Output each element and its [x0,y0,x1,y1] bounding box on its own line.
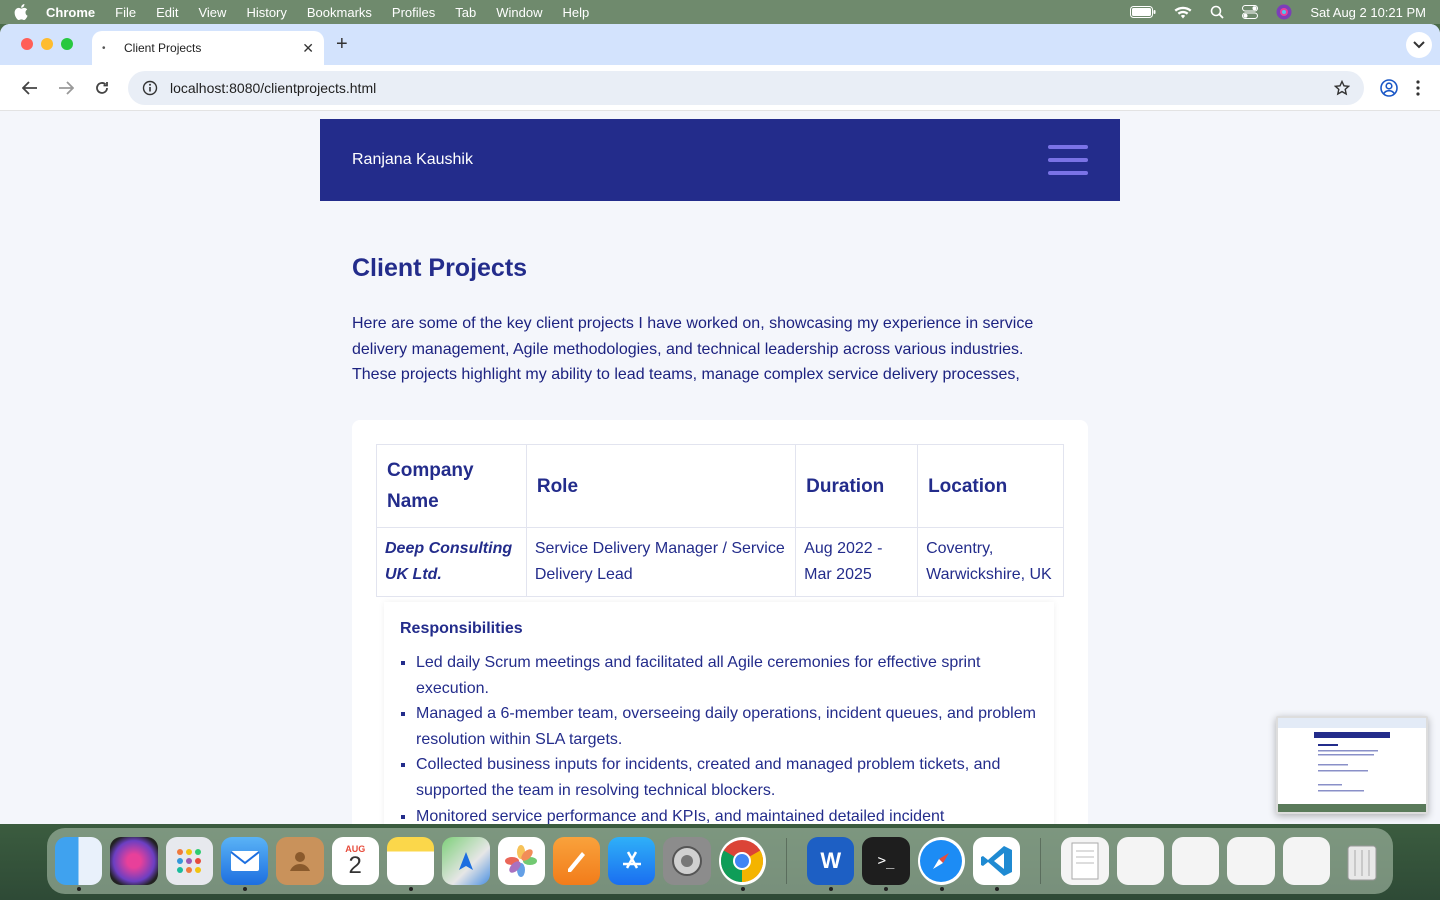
list-item: Monitored service performance and KPIs, … [416,804,1038,824]
forward-button[interactable] [48,80,84,95]
menu-edit[interactable]: Edit [156,5,178,20]
recent-file-icon[interactable] [1227,837,1275,885]
menu-tab[interactable]: Tab [455,5,476,20]
col-header-company: Company Name [376,444,527,528]
new-tab-icon[interactable]: + [336,33,348,56]
responsibilities-title: Responsibilities [400,620,523,637]
tab-favicon-icon: • [102,42,106,54]
site-info-icon[interactable] [142,80,158,96]
menu-bookmarks[interactable]: Bookmarks [307,5,372,20]
main-content: Client Projects Here are some of the key… [352,254,1088,388]
col-header-role: Role [525,444,797,528]
battery-icon[interactable] [1130,6,1156,18]
bookmark-star-icon[interactable] [1334,79,1350,96]
cell-role: Service Delivery Manager / Service Deliv… [525,527,797,597]
system-settings-icon[interactable] [663,837,711,885]
chrome-icon[interactable] [718,837,767,891]
responsibilities-panel: Responsibilities Led daily Scrum meeting… [384,602,1054,824]
hamburger-menu-icon[interactable] [1048,145,1088,175]
vscode-icon[interactable] [972,837,1021,891]
terminal-icon[interactable]: >_ [862,837,910,891]
browser-window: • Client Projects ✕ + localhost:8080/cli… [0,24,1440,824]
cell-duration: Aug 2022 - Mar 2025 [795,527,919,597]
safari-icon[interactable] [917,837,965,891]
launchpad-icon[interactable] [165,837,213,885]
address-bar[interactable]: localhost:8080/clientprojects.html [128,70,1364,105]
site-header: Ranjana Kaushik [320,119,1120,201]
more-menu-icon[interactable] [1416,79,1420,96]
dock-separator [786,838,788,884]
minimize-window-button[interactable] [41,38,53,50]
projects-card: Company Name Role Duration Location Deep… [352,420,1088,824]
table-row: Deep Consulting UK Ltd. Service Delivery… [376,527,1064,597]
apple-icon[interactable] [14,4,28,20]
back-button[interactable] [12,80,48,95]
calendar-day: 2 [348,852,362,879]
menu-history[interactable]: History [246,5,286,20]
wifi-icon[interactable] [1174,6,1192,19]
siri-app-icon[interactable] [110,837,158,885]
screenshot-thumbnail[interactable] [1276,716,1428,814]
profile-icon[interactable] [1380,78,1398,97]
notes-icon[interactable] [386,837,435,891]
zoom-window-button[interactable] [61,38,73,50]
document-stack-icon[interactable] [1061,837,1109,885]
menu-profiles[interactable]: Profiles [392,5,435,20]
tab-title: Client Projects [124,41,202,55]
trash-icon[interactable] [1338,837,1385,885]
thumbnail-preview-icon [1278,718,1426,812]
projects-table: Company Name Role Duration Location Deep… [376,444,1064,597]
maps-icon[interactable] [442,837,490,885]
mail-icon[interactable] [220,837,269,891]
dock-separator [1040,838,1042,884]
browser-toolbar: localhost:8080/clientprojects.html [0,65,1440,111]
list-item: Collected business inputs for incidents,… [416,752,1038,803]
tab-search-button[interactable] [1406,32,1432,58]
menubar-clock[interactable]: Sat Aug 2 10:21 PM [1310,5,1426,20]
url-text[interactable]: localhost:8080/clientprojects.html [170,80,376,96]
photos-icon[interactable] [497,837,545,885]
control-center-icon[interactable] [1242,5,1259,19]
cell-company: Deep Consulting UK Ltd. [376,527,527,597]
macos-menubar: Chrome File Edit View History Bookmarks … [0,0,1440,24]
site-name[interactable]: Ranjana Kaushik [352,151,473,169]
calendar-icon[interactable]: AUG 2 [331,837,379,885]
word-icon[interactable]: W [807,837,855,891]
table-header-row: Company Name Role Duration Location [376,444,1064,528]
app-store-icon[interactable] [608,837,656,885]
arrow-right-icon [59,80,74,95]
browser-tab-active[interactable]: • Client Projects ✕ [92,31,324,65]
contacts-icon[interactable] [276,837,324,885]
menu-window[interactable]: Window [496,5,542,20]
reload-button[interactable] [84,81,120,95]
list-item: Managed a 6-member team, overseeing dail… [416,701,1038,752]
finder-icon[interactable] [55,837,103,891]
tab-close-icon[interactable]: ✕ [302,40,314,57]
spotlight-search-icon[interactable] [1210,5,1224,19]
recent-file-icon[interactable] [1171,837,1220,885]
siri-icon[interactable] [1276,4,1292,20]
col-header-duration: Duration [795,444,919,528]
tab-strip: • Client Projects ✕ + [0,24,1440,65]
window-controls [21,38,73,50]
pages-icon[interactable] [552,837,601,885]
responsibilities-list: Led daily Scrum meetings and facilitated… [400,650,1038,824]
cell-location: Coventry, Warwickshire, UK [917,527,1064,597]
dock: AUG 2 W >_ [47,828,1393,894]
intro-paragraph: Here are some of the key client projects… [352,315,1034,384]
arrow-left-icon [22,80,37,95]
menu-view[interactable]: View [198,5,226,20]
list-item: Led daily Scrum meetings and facilitated… [416,650,1038,701]
close-window-button[interactable] [21,38,33,50]
menu-file[interactable]: File [115,5,136,20]
recent-file-icon[interactable] [1282,837,1330,885]
menu-help[interactable]: Help [563,5,590,20]
reload-icon [96,81,108,94]
page-viewport: Ranjana Kaushik Client Projects Here are… [0,111,1440,824]
chevron-down-icon [1413,41,1425,49]
col-header-location: Location [917,444,1064,528]
page-title: Client Projects [352,254,528,282]
menu-app-name[interactable]: Chrome [46,5,95,20]
recent-file-icon[interactable] [1116,837,1164,885]
